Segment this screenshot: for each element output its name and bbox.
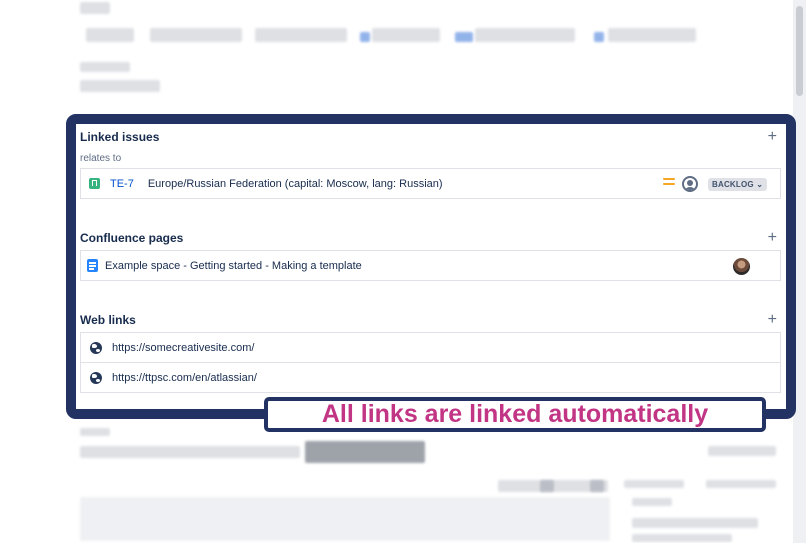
web-link[interactable]: https://somecreativesite.com/ xyxy=(112,342,254,354)
page-author-avatar xyxy=(733,258,750,275)
priority-medium-icon xyxy=(663,178,675,188)
status-label: BACKLOG xyxy=(712,180,754,189)
confluence-title: Confluence pages xyxy=(80,231,184,245)
confluence-page-link[interactable]: Example space - Getting started - Making… xyxy=(105,260,362,272)
linked-issues-header: Linked issues + xyxy=(80,128,783,150)
confluence-page-row[interactable]: Example space - Getting started - Making… xyxy=(80,250,781,281)
add-confluence-page-icon[interactable]: + xyxy=(768,229,777,247)
status-dropdown[interactable]: BACKLOG ⌄ xyxy=(708,178,768,191)
web-link-row[interactable]: https://somecreativesite.com/ xyxy=(80,332,781,363)
web-link-row[interactable]: https://ttpsc.com/en/atlassian/ xyxy=(80,362,781,393)
user-avatar-icon[interactable] xyxy=(682,176,698,192)
issue-summary[interactable]: Europe/Russian Federation (capital: Mosc… xyxy=(148,178,443,190)
web-link[interactable]: https://ttpsc.com/en/atlassian/ xyxy=(112,372,257,384)
add-web-link-icon[interactable]: + xyxy=(768,311,777,329)
web-links-header: Web links + xyxy=(80,311,783,333)
add-linked-issue-icon[interactable]: + xyxy=(768,128,777,146)
link-relation-label: relates to xyxy=(80,153,122,164)
issue-key-link[interactable]: TE-7 xyxy=(110,178,134,190)
story-icon xyxy=(89,178,100,189)
linked-issue-row[interactable]: TE-7 Europe/Russian Federation (capital:… xyxy=(80,168,781,199)
globe-icon xyxy=(90,371,102,384)
chevron-down-icon: ⌄ xyxy=(756,180,764,189)
scrollbar-thumb[interactable] xyxy=(796,6,803,96)
confluence-header: Confluence pages + xyxy=(80,229,783,251)
confluence-page-icon xyxy=(87,259,98,272)
linked-issues-title: Linked issues xyxy=(80,130,160,144)
callout-text: All links are linked automatically xyxy=(321,400,709,428)
annotation-callout: All links are linked automatically xyxy=(264,397,766,432)
web-links-title: Web links xyxy=(80,313,136,327)
globe-icon xyxy=(90,342,102,354)
